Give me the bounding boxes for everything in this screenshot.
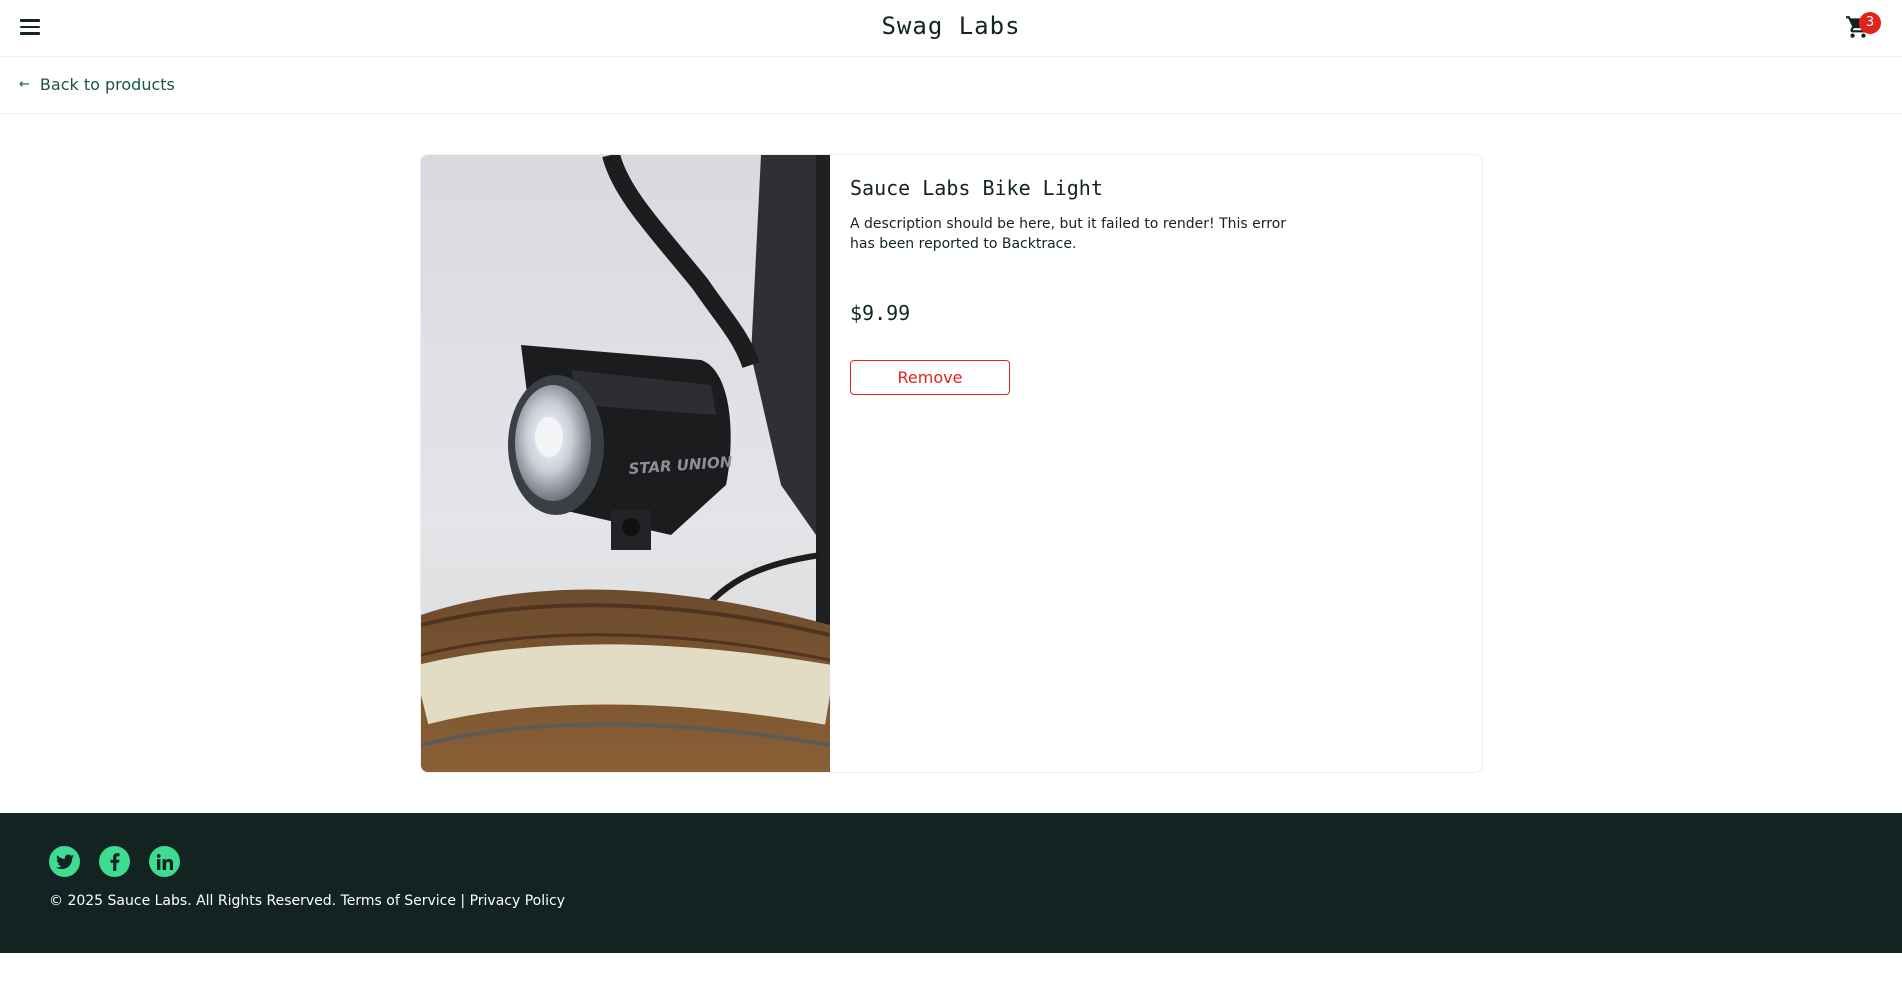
copyright-text: © 2025 Sauce Labs. All Rights Reserved. … <box>49 893 565 909</box>
facebook-icon[interactable] <box>99 846 130 877</box>
secondary-header: ← Back to products <box>0 57 1902 114</box>
separator: | <box>455 893 470 909</box>
primary-header: Swag Labs 3 <box>0 0 1902 57</box>
product-description: A description should be here, but it fai… <box>850 216 1287 252</box>
bike-light-photo: STAR UNION <box>421 155 830 772</box>
remove-button[interactable]: Remove <box>850 360 1010 395</box>
product-image: STAR UNION <box>421 155 830 772</box>
hamburger-menu-icon[interactable] <box>19 19 41 39</box>
footer: © 2025 Sauce Labs. All Rights Reserved. … <box>0 813 1902 953</box>
privacy-policy-link[interactable]: Privacy Policy <box>470 893 565 909</box>
back-to-products-button[interactable]: ← Back to products <box>19 75 175 94</box>
cart-badge: 3 <box>1859 12 1881 34</box>
page-bottom <box>0 953 1902 984</box>
back-to-products-label: Back to products <box>39 75 175 94</box>
product-details-card: STAR UNION Sauce Labs Bike Light A descr… <box>420 154 1483 773</box>
linkedin-icon[interactable] <box>149 846 180 877</box>
product-name: Sauce Labs Bike Light <box>850 176 1103 200</box>
twitter-icon[interactable] <box>49 846 80 877</box>
shopping-cart-link[interactable]: 3 <box>1845 12 1885 46</box>
terms-of-service-link[interactable]: Terms of Service <box>341 893 456 909</box>
app-logo: Swag Labs <box>881 12 1021 40</box>
social-links <box>49 846 180 877</box>
copyright-label: © 2025 Sauce Labs. All Rights Reserved. <box>49 893 341 909</box>
arrow-left-icon: ← <box>19 77 30 92</box>
product-price: $9.99 <box>850 301 911 325</box>
